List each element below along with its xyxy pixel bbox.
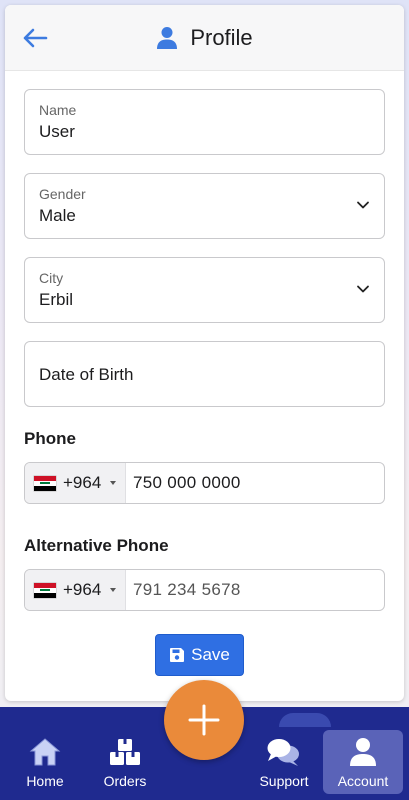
name-field[interactable]: Name User — [24, 89, 385, 155]
name-label: Name — [39, 102, 77, 118]
city-select[interactable]: City Erbil — [24, 257, 385, 323]
page-title: Profile — [190, 25, 253, 50]
boxes-icon — [110, 739, 140, 765]
iraq-flag-icon — [34, 475, 56, 491]
nav-home[interactable]: Home — [5, 707, 85, 800]
nav-account-label: Account — [337, 773, 389, 789]
nav-support-label: Support — [259, 773, 309, 789]
add-fab-button[interactable] — [164, 680, 244, 760]
caret-down-icon — [110, 481, 117, 485]
city-value: Erbil — [39, 290, 74, 309]
user-icon — [350, 738, 376, 766]
nav-orders-label: Orders — [103, 773, 147, 789]
floppy-disk-icon — [170, 648, 185, 662]
alt-phone-country-picker[interactable]: +964 — [25, 570, 126, 610]
chevron-down-icon — [357, 201, 369, 209]
header-bar: Profile — [5, 5, 404, 71]
nav-orders[interactable]: Orders — [85, 707, 165, 800]
city-label: City — [39, 270, 64, 286]
alt-phone-input[interactable] — [133, 570, 373, 610]
profile-card: Profile Name User Gender Male City Erbil… — [5, 5, 404, 701]
alt-phone-field[interactable]: +964 — [24, 569, 385, 611]
nav-indicator — [279, 713, 331, 727]
gender-label: Gender — [39, 186, 86, 202]
phone-field[interactable]: +964 — [24, 462, 385, 504]
chat-icon — [267, 739, 299, 766]
phone-country-picker[interactable]: +964 — [25, 463, 126, 503]
phone-label: Phone — [24, 429, 76, 448]
nav-home-label: Home — [26, 773, 64, 789]
iraq-flag-icon — [34, 582, 56, 598]
name-value[interactable]: User — [39, 122, 75, 142]
home-icon — [29, 738, 61, 766]
alt-phone-country-code: +964 — [63, 580, 102, 599]
gender-select[interactable]: Gender Male — [24, 173, 385, 239]
phone-input[interactable] — [133, 463, 373, 503]
person-icon — [157, 27, 178, 49]
caret-down-icon — [110, 588, 117, 592]
chevron-down-icon — [357, 285, 369, 293]
save-label: Save — [191, 645, 230, 664]
nav-account[interactable]: Account — [323, 730, 403, 794]
save-button[interactable]: Save — [155, 634, 244, 676]
alt-phone-label: Alternative Phone — [24, 536, 169, 555]
phone-country-code: +964 — [63, 473, 102, 492]
gender-value: Male — [39, 206, 76, 225]
date-of-birth-field[interactable]: Date of Birth — [24, 341, 385, 407]
date-of-birth-placeholder: Date of Birth — [39, 365, 134, 384]
plus-icon — [188, 704, 220, 736]
page-title-wrap: Profile — [5, 25, 404, 51]
